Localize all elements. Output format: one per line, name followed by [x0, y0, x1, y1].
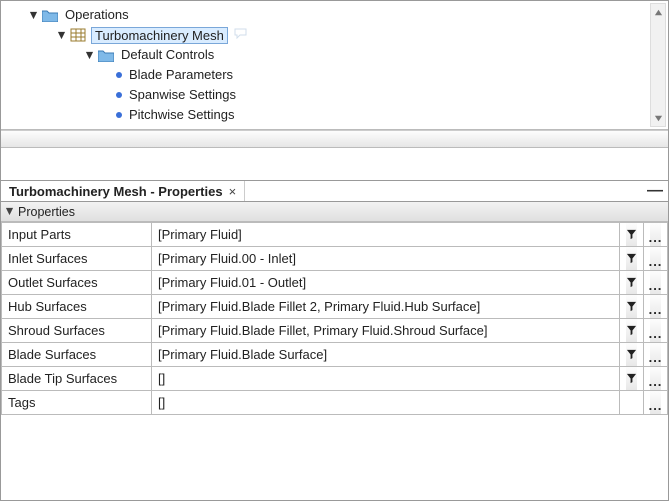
property-value[interactable]: [] — [152, 391, 620, 415]
property-value[interactable]: [Primary Fluid.Blade Fillet 2, Primary F… — [152, 295, 620, 319]
property-row-input-parts: Input Parts[Primary Fluid]... — [2, 223, 668, 247]
property-row-outlet-surfaces: Outlet Surfaces[Primary Fluid.01 - Outle… — [2, 271, 668, 295]
scroll-up-button[interactable] — [651, 4, 665, 20]
tab-close-button[interactable]: × — [229, 184, 237, 199]
tree-label: Blade Parameters — [127, 65, 235, 85]
scroll-down-button[interactable] — [651, 110, 665, 126]
bullet-icon — [113, 69, 125, 81]
more-button[interactable]: ... — [650, 223, 661, 246]
tree-label-selected: Turbomachinery Mesh — [91, 27, 228, 44]
expander-icon[interactable] — [83, 49, 95, 61]
property-name: Tags — [2, 391, 152, 415]
divider-band — [1, 130, 668, 148]
panel-minimize-button[interactable]: — — [642, 181, 668, 201]
property-row-shroud-surfaces: Shroud Surfaces[Primary Fluid.Blade Fill… — [2, 319, 668, 343]
empty-cell — [620, 391, 644, 415]
tree-node-pitchwise-settings[interactable]: Pitchwise Settings — [5, 105, 668, 125]
properties-table: Input Parts[Primary Fluid]...Inlet Surfa… — [1, 222, 668, 415]
scroll-track[interactable] — [651, 20, 665, 110]
more-button[interactable]: ... — [650, 391, 661, 414]
more-button[interactable]: ... — [650, 295, 661, 318]
more-button[interactable]: ... — [650, 343, 661, 366]
collapse-triangle-icon — [5, 205, 14, 219]
property-name: Blade Surfaces — [2, 343, 152, 367]
filter-button[interactable] — [626, 295, 637, 318]
folder-icon — [97, 47, 115, 63]
property-name: Inlet Surfaces — [2, 247, 152, 271]
tree-label: Pitchwise Settings — [127, 105, 237, 125]
more-button[interactable]: ... — [650, 319, 661, 342]
bullet-icon — [113, 109, 125, 121]
filter-button[interactable] — [626, 367, 637, 390]
property-row-hub-surfaces: Hub Surfaces[Primary Fluid.Blade Fillet … — [2, 295, 668, 319]
property-value[interactable]: [Primary Fluid.00 - Inlet] — [152, 247, 620, 271]
comment-icon[interactable] — [234, 25, 247, 45]
expander-icon[interactable] — [55, 29, 67, 41]
properties-section-header[interactable]: Properties — [1, 202, 668, 222]
property-name: Outlet Surfaces — [2, 271, 152, 295]
more-button[interactable]: ... — [650, 247, 661, 270]
folder-icon — [41, 7, 59, 23]
property-value[interactable]: [Primary Fluid.01 - Outlet] — [152, 271, 620, 295]
filter-button[interactable] — [626, 247, 637, 270]
tree-panel: Operations Turbomachinery Mesh — [1, 1, 668, 130]
tree-label: Spanwise Settings — [127, 85, 238, 105]
property-value[interactable]: [Primary Fluid.Blade Surface] — [152, 343, 620, 367]
bullet-icon — [113, 89, 125, 101]
property-row-blade-tip-surfaces: Blade Tip Surfaces[]... — [2, 367, 668, 391]
filter-button[interactable] — [626, 343, 637, 366]
more-button[interactable]: ... — [650, 271, 661, 294]
panel-gap — [1, 148, 668, 180]
tree-node-default-controls[interactable]: Default Controls — [5, 45, 668, 65]
property-row-tags: Tags[]... — [2, 391, 668, 415]
property-name: Input Parts — [2, 223, 152, 247]
property-value[interactable]: [Primary Fluid.Blade Fillet, Primary Flu… — [152, 319, 620, 343]
tree-scrollbar[interactable] — [650, 3, 666, 127]
property-value[interactable]: [Primary Fluid] — [152, 223, 620, 247]
properties-tab-bar: Turbomachinery Mesh - Properties × — — [1, 180, 668, 202]
property-value[interactable]: [] — [152, 367, 620, 391]
expander-icon[interactable] — [27, 9, 39, 21]
tree-node-turbomachinery-mesh[interactable]: Turbomachinery Mesh — [5, 25, 668, 45]
tree-label: Default Controls — [119, 45, 216, 65]
filter-button[interactable] — [626, 271, 637, 294]
mesh-grid-icon — [69, 27, 87, 43]
more-button[interactable]: ... — [650, 367, 661, 390]
section-title: Properties — [18, 205, 75, 219]
property-name: Blade Tip Surfaces — [2, 367, 152, 391]
property-name: Hub Surfaces — [2, 295, 152, 319]
tree-node-spanwise-settings[interactable]: Spanwise Settings — [5, 85, 668, 105]
tree-node-blade-parameters[interactable]: Blade Parameters — [5, 65, 668, 85]
filter-button[interactable] — [626, 223, 637, 246]
tree-label: Operations — [63, 5, 131, 25]
tab-title: Turbomachinery Mesh - Properties — [9, 184, 223, 199]
property-name: Shroud Surfaces — [2, 319, 152, 343]
tree-node-operations[interactable]: Operations — [5, 5, 668, 25]
property-row-blade-surfaces: Blade Surfaces[Primary Fluid.Blade Surfa… — [2, 343, 668, 367]
property-row-inlet-surfaces: Inlet Surfaces[Primary Fluid.00 - Inlet]… — [2, 247, 668, 271]
filter-button[interactable] — [626, 319, 637, 342]
tab-properties[interactable]: Turbomachinery Mesh - Properties × — [1, 181, 245, 201]
